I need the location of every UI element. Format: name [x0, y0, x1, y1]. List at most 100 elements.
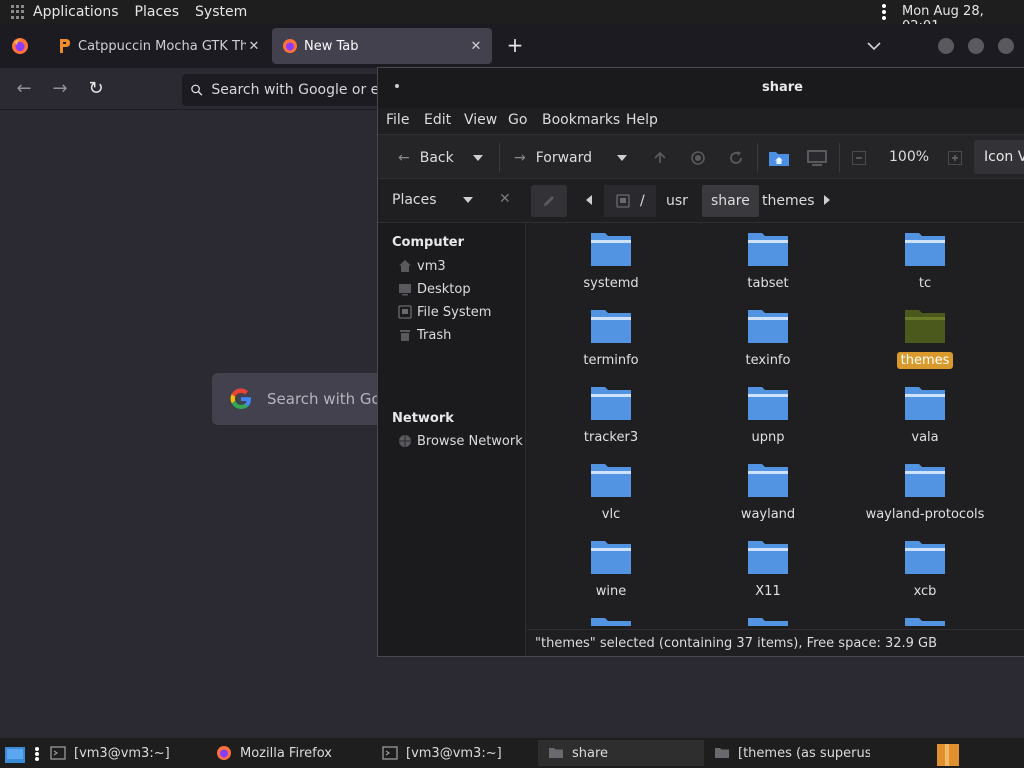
stop-icon[interactable] [688, 148, 708, 168]
folder-item[interactable]: vala [855, 381, 995, 455]
reload-icon[interactable] [726, 148, 746, 168]
computer-icon[interactable] [806, 148, 828, 168]
sidebar-item-label: Desktop [417, 281, 471, 297]
folder-item[interactable]: tc [855, 227, 995, 301]
folder-icon [591, 618, 631, 626]
folder-icon [748, 464, 788, 497]
folder-item[interactable]: systemd [541, 227, 681, 301]
fm-title: share [762, 80, 803, 95]
reload-button[interactable]: ↻ [85, 78, 107, 100]
crumb-share[interactable]: share [702, 185, 759, 217]
sidebar-item-trash[interactable]: Trash [398, 325, 451, 345]
menu-view[interactable]: View [464, 112, 497, 128]
sidebar-item-label: Trash [417, 327, 452, 343]
window-menu-icon[interactable] [395, 84, 399, 88]
zoom-out-icon[interactable] [852, 151, 866, 165]
tab-new-tab[interactable]: New Tab ✕ [272, 28, 492, 64]
sidebar-item-browse-network[interactable]: Browse Network [398, 431, 523, 451]
folder-icon [905, 387, 945, 420]
forward-dropdown-icon[interactable] [616, 153, 628, 163]
sidebar-header-network-label: Network [392, 411, 454, 426]
task-firefox[interactable]: Mozilla Firefox [206, 740, 372, 766]
tab-catppuccin[interactable]: Catppuccin Mocha GTK Theme ✕ [46, 28, 270, 64]
folder-label: wayland-protocols [865, 507, 985, 522]
folder-icon [715, 748, 729, 758]
folder-item[interactable]: upnp [698, 381, 838, 455]
folder-icon [591, 310, 631, 343]
menu-bookmarks[interactable]: Bookmarks [542, 112, 620, 128]
back-button[interactable]: ← [13, 78, 35, 100]
folder-item[interactable]: terminfo [541, 304, 681, 378]
menu-edit[interactable]: Edit [424, 112, 451, 128]
back-label: Back [419, 149, 454, 166]
menu-help[interactable]: Help [626, 112, 658, 128]
crumb-root[interactable]: / [604, 185, 656, 217]
task-label: [vm3@vm3:~] [406, 745, 502, 761]
menu-places[interactable]: Places [135, 4, 180, 20]
folder-item[interactable]: tracker3 [541, 381, 681, 455]
apps-grid-icon[interactable] [11, 5, 25, 19]
forward-button[interactable]: → [49, 78, 71, 100]
maximize-button[interactable] [968, 38, 984, 54]
show-desktop-icon[interactable] [4, 746, 26, 764]
home-folder-icon[interactable] [768, 148, 790, 168]
chevron-down-icon[interactable] [864, 36, 884, 56]
taskbar-handle-icon[interactable] [35, 747, 39, 761]
folder-item[interactable]: texinfo [698, 304, 838, 378]
crumb-themes[interactable]: themes [753, 185, 824, 217]
sidebar-item-vm3[interactable]: vm3 [398, 256, 446, 276]
folder-icon [905, 233, 945, 266]
folder-icon [905, 464, 945, 497]
folder-item[interactable]: wayland [698, 458, 838, 532]
back-dropdown-icon[interactable] [472, 153, 484, 163]
close-window-button[interactable] [998, 38, 1014, 54]
folder-icon [748, 310, 788, 343]
firefox-icon [217, 746, 231, 760]
task-share[interactable]: share [538, 740, 704, 766]
folder-item[interactable]: themes [855, 304, 995, 378]
crumb-scroll-left-icon[interactable] [585, 194, 593, 206]
folder-item[interactable]: xcb [855, 535, 995, 609]
tab-close-icon[interactable]: ✕ [468, 39, 484, 54]
close-sidebar-icon[interactable]: ✕ [499, 191, 511, 207]
crumb-scroll-right-icon[interactable] [823, 194, 831, 206]
menu-file[interactable]: File [386, 112, 409, 128]
folder-item[interactable]: X11 [698, 535, 838, 609]
crumb-usr[interactable]: usr [657, 185, 697, 217]
folder-label: tracker3 [583, 430, 639, 445]
task-label: [vm3@vm3:~] [74, 745, 170, 761]
sidebar-item-desktop[interactable]: Desktop [398, 279, 471, 299]
folder-item[interactable]: wine [541, 535, 681, 609]
view-mode-select[interactable]: Icon View [974, 140, 1024, 174]
folder-icon [905, 541, 945, 574]
folder-item[interactable]: wayland-protocols [855, 458, 995, 532]
menu-applications[interactable]: Applications [33, 4, 119, 20]
folder-item[interactable]: tabset [698, 227, 838, 301]
folder-label: texinfo [745, 353, 791, 368]
fm-titlebar[interactable]: share [378, 68, 1024, 108]
url-bar[interactable]: Search with Google or enter address [182, 74, 402, 106]
sidebar-item-file-system[interactable]: File System [398, 302, 491, 322]
task-themes-superuser[interactable]: [themes (as superuser)] [704, 740, 870, 766]
workspace-icon[interactable] [937, 744, 959, 766]
sidebar-mode-select[interactable]: Places [392, 192, 437, 208]
arrow-up-icon[interactable] [650, 148, 670, 168]
zoom-in-icon[interactable] [948, 151, 962, 165]
minimize-button[interactable] [938, 38, 954, 54]
panel-kebab-icon[interactable] [882, 4, 886, 20]
edit-location-button[interactable] [531, 185, 567, 217]
url-placeholder: Search with Google or enter address [211, 82, 402, 98]
menu-go[interactable]: Go [508, 112, 527, 128]
chevron-down-icon[interactable] [461, 195, 475, 205]
task-terminal-2[interactable]: [vm3@vm3:~] [372, 740, 538, 766]
firefox-icon[interactable] [11, 37, 29, 55]
folder-icon [591, 233, 631, 266]
tab-close-icon[interactable]: ✕ [246, 39, 262, 54]
menu-system[interactable]: System [195, 4, 247, 20]
sidebar-header-computer: Computer [392, 235, 465, 250]
task-terminal-1[interactable]: [vm3@vm3:~] [40, 740, 206, 766]
new-tab-button[interactable]: + [505, 34, 525, 58]
folder-item[interactable]: vlc [541, 458, 681, 532]
back-button[interactable]: ← Back [398, 135, 454, 180]
forward-button[interactable]: → Forward [514, 135, 592, 180]
